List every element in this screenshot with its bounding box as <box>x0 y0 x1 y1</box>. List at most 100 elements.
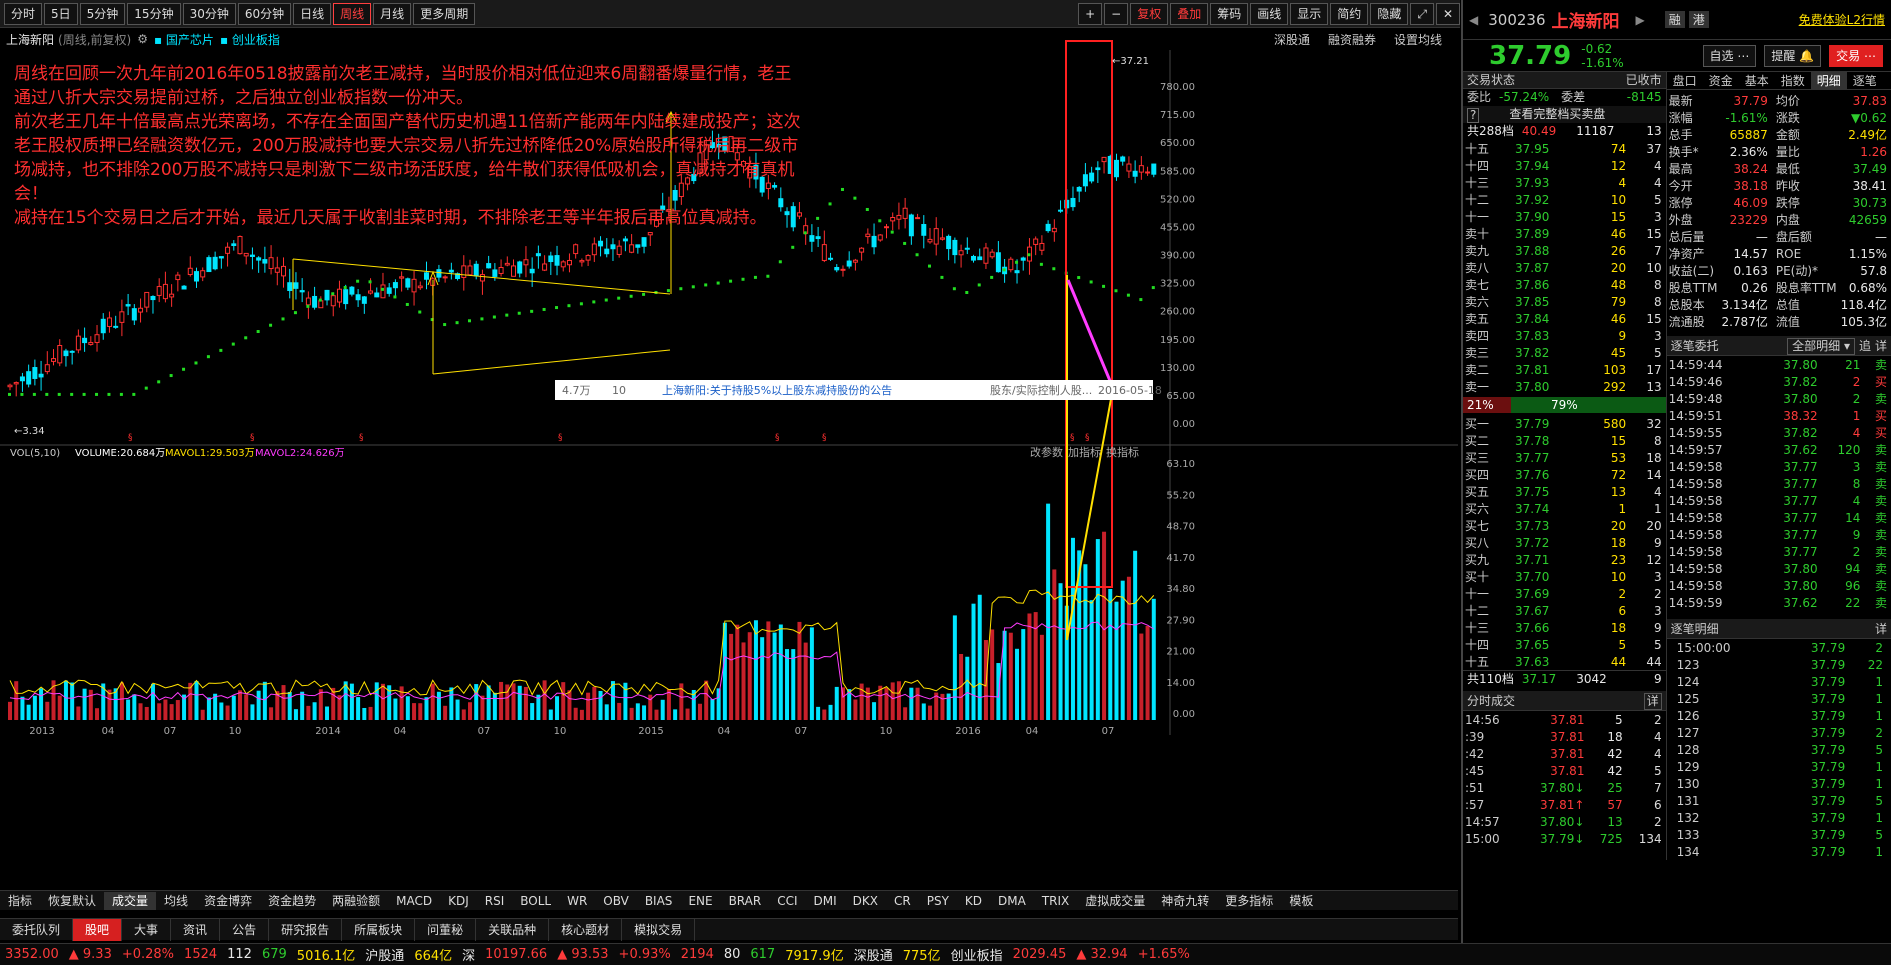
book-row[interactable]: 十二 37.67 6 3 <box>1463 602 1666 619</box>
close-icon[interactable]: ✕ <box>1435 2 1460 25</box>
tool-2[interactable]: 筹码 <box>1210 2 1249 25</box>
indicator-tab-21[interactable]: KD <box>957 892 990 910</box>
period-8[interactable]: 月线 <box>373 2 412 25</box>
book-row[interactable]: 十二 37.92 10 5 <box>1463 191 1666 208</box>
bottom-tab-5[interactable]: 研究报告 <box>269 918 343 941</box>
book-row[interactable]: 卖二 37.81 103 17 <box>1463 361 1666 378</box>
event-marker[interactable]: § <box>822 433 827 443</box>
period-3[interactable]: 15分钟 <box>127 2 181 25</box>
quote-tab-1[interactable]: 资金 <box>1703 72 1739 89</box>
entrust-detail-button[interactable]: 详 <box>1875 336 1887 355</box>
next-stock-arrow[interactable]: ▶ <box>1636 13 1645 27</box>
bottom-tab-9[interactable]: 核心题材 <box>549 918 623 941</box>
book-row[interactable]: 卖九 37.88 26 7 <box>1463 242 1666 259</box>
period-1[interactable]: 5日 <box>44 2 78 25</box>
indicator-tab-16[interactable]: CCI <box>769 892 805 910</box>
indicator-tab-18[interactable]: DKX <box>845 892 886 910</box>
book-row[interactable]: 买六 37.74 1 1 <box>1463 500 1666 517</box>
indicator-tab-14[interactable]: ENE <box>680 892 720 910</box>
book-row[interactable]: 十四 37.94 12 4 <box>1463 157 1666 174</box>
period-2[interactable]: 5分钟 <box>79 2 126 25</box>
bottom-tab-4[interactable]: 公告 <box>220 918 270 941</box>
quote-tab-2[interactable]: 基本 <box>1739 72 1775 89</box>
indicator-tab-27[interactable]: 模板 <box>1281 892 1321 910</box>
book-row[interactable]: 卖一 37.80 292 13 <box>1463 378 1666 395</box>
vol-action-0[interactable]: 改参数 <box>1030 445 1063 459</box>
period-0[interactable]: 分时 <box>4 2 43 25</box>
book-row[interactable]: 卖四 37.83 9 3 <box>1463 327 1666 344</box>
entrust-filter[interactable]: 全部明细 ▾ <box>1787 338 1855 355</box>
book-row[interactable]: 卖十 37.89 46 15 <box>1463 225 1666 242</box>
indicator-tab-12[interactable]: OBV <box>595 892 637 910</box>
quote-tab-4[interactable]: 明细 <box>1810 72 1847 89</box>
quote-tab-3[interactable]: 指数 <box>1775 72 1811 89</box>
book-row[interactable]: 十一 37.90 15 3 <box>1463 208 1666 225</box>
period-5[interactable]: 60分钟 <box>237 2 292 25</box>
event-marker[interactable]: § <box>1070 433 1075 443</box>
indicator-tab-20[interactable]: PSY <box>919 892 957 910</box>
indicator-tab-13[interactable]: BIAS <box>637 892 681 910</box>
indicator-tab-23[interactable]: TRIX <box>1034 892 1077 910</box>
tool-5[interactable]: 简约 <box>1330 2 1369 25</box>
indicator-tab-25[interactable]: 神奇九转 <box>1153 892 1217 910</box>
tool-3[interactable]: 画线 <box>1250 2 1289 25</box>
book-row[interactable]: 十三 37.93 4 4 <box>1463 174 1666 191</box>
watchlist-button[interactable]: 自选 ⋯ <box>1702 44 1757 67</box>
event-marker[interactable]: § <box>1085 433 1090 443</box>
zoom-out-button[interactable]: − <box>1104 2 1129 25</box>
indicator-tab-4[interactable]: 资金博弈 <box>196 892 260 910</box>
period-9[interactable]: 更多周期 <box>413 2 476 25</box>
fullscreen-icon[interactable]: ⤢ <box>1410 2 1434 25</box>
prev-stock-arrow[interactable]: ◀ <box>1469 13 1478 27</box>
bottom-tab-3[interactable]: 资讯 <box>171 918 221 941</box>
book-row[interactable]: 卖五 37.84 46 15 <box>1463 310 1666 327</box>
bottom-tab-0[interactable]: 委托队列 <box>0 918 74 941</box>
bottom-tab-8[interactable]: 关联品种 <box>476 918 550 941</box>
book-row[interactable]: 买一 37.79 580 32 <box>1463 415 1666 432</box>
event-marker[interactable]: § <box>558 433 563 443</box>
event-marker[interactable]: § <box>128 433 133 443</box>
indicator-tab-9[interactable]: RSI <box>477 892 513 910</box>
indicator-tab-6[interactable]: 两融验额 <box>324 892 388 910</box>
alert-button[interactable]: 提醒 🔔 <box>1764 44 1822 67</box>
bottom-tab-1[interactable]: 股吧 <box>73 918 123 941</box>
book-row[interactable]: 卖八 37.87 20 10 <box>1463 259 1666 276</box>
bottom-tab-7[interactable]: 问董秘 <box>415 918 477 941</box>
event-marker[interactable]: § <box>775 433 780 443</box>
book-row[interactable]: 十一 37.69 2 2 <box>1463 585 1666 602</box>
book-row[interactable]: 买十 37.70 10 3 <box>1463 568 1666 585</box>
indicator-tab-8[interactable]: KDJ <box>440 892 477 910</box>
book-row[interactable]: 卖三 37.82 45 5 <box>1463 344 1666 361</box>
book-row[interactable]: 十五 37.63 44 44 <box>1463 653 1666 670</box>
indicator-tab-19[interactable]: CR <box>886 892 919 910</box>
trade-button[interactable]: 交易 ⋯ <box>1829 44 1883 67</box>
book-row[interactable]: 买九 37.71 23 12 <box>1463 551 1666 568</box>
bottom-tab-2[interactable]: 大事 <box>122 918 172 941</box>
tool-1[interactable]: 叠加 <box>1170 2 1209 25</box>
period-4[interactable]: 30分钟 <box>182 2 236 25</box>
bottom-tab-6[interactable]: 所属板块 <box>342 918 416 941</box>
indicator-tab-1[interactable]: 恢复默认 <box>40 892 104 910</box>
indicator-tab-11[interactable]: WR <box>559 892 595 910</box>
book-row[interactable]: 买二 37.78 15 8 <box>1463 432 1666 449</box>
period-7[interactable]: 周线 <box>333 2 372 25</box>
tool-6[interactable]: 隐藏 <box>1370 2 1409 25</box>
tool-0[interactable]: 复权 <box>1130 2 1169 25</box>
book-row[interactable]: 买三 37.77 53 18 <box>1463 449 1666 466</box>
book-row[interactable]: 十五 37.95 74 37 <box>1463 140 1666 157</box>
indicator-tab-22[interactable]: DMA <box>990 892 1034 910</box>
indicator-tab-26[interactable]: 更多指标 <box>1217 892 1281 910</box>
book-row[interactable]: 买八 37.72 18 9 <box>1463 534 1666 551</box>
indicator-tab-17[interactable]: DMI <box>806 892 845 910</box>
book-row[interactable]: 卖七 37.86 48 8 <box>1463 276 1666 293</box>
book-row[interactable]: 卖六 37.85 79 8 <box>1463 293 1666 310</box>
bottom-tab-10[interactable]: 模拟交易 <box>622 918 696 941</box>
tool-4[interactable]: 显示 <box>1290 2 1329 25</box>
detail-button[interactable]: 详 <box>1875 619 1887 638</box>
book-row[interactable]: 买五 37.75 13 4 <box>1463 483 1666 500</box>
indicator-tab-0[interactable]: 指标 <box>0 892 40 910</box>
quote-tab-5[interactable]: 逐笔 <box>1847 72 1883 89</box>
indicator-tab-5[interactable]: 资金趋势 <box>260 892 324 910</box>
event-marker[interactable]: § <box>250 433 255 443</box>
indicator-tab-3[interactable]: 均线 <box>156 892 196 910</box>
